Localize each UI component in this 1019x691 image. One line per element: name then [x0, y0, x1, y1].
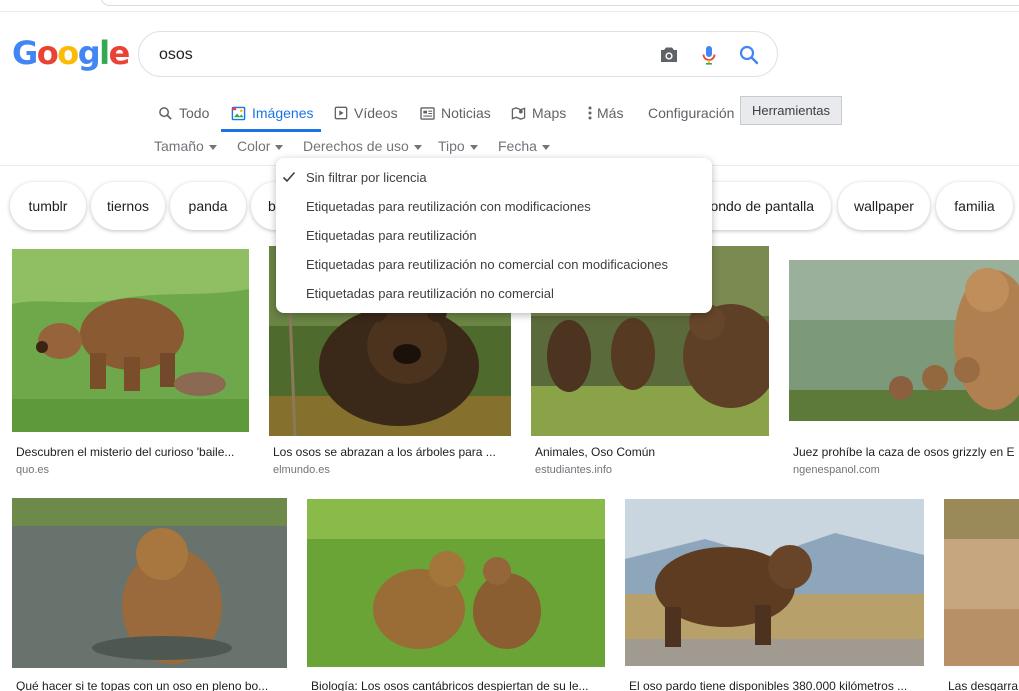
result-caption[interactable]: Qué hacer si te topas con un oso en plen…: [16, 679, 287, 691]
chip-label: tumblr: [28, 198, 68, 214]
result-caption[interactable]: Juez prohíbe la caza de osos grizzly en …: [793, 445, 1019, 459]
chip-familia[interactable]: familia: [936, 182, 1013, 230]
caret-down-icon: [469, 144, 478, 150]
result-image[interactable]: [944, 499, 1019, 666]
tools-button-label: Herramientas: [751, 103, 831, 118]
result-image[interactable]: [12, 249, 249, 432]
chip-label: b: [268, 198, 276, 214]
caret-down-icon: [275, 144, 284, 150]
chip-panda[interactable]: panda: [170, 182, 246, 230]
filter-date[interactable]: Fecha: [498, 138, 550, 154]
result-image[interactable]: [307, 499, 605, 667]
menu-item-label: Etiquetadas para reutilización no comerc…: [306, 286, 554, 301]
filter-usage-rights-label: Derechos de uso: [303, 138, 409, 154]
chip-label: fondo de pantalla: [706, 198, 814, 214]
chip-label: panda: [188, 198, 228, 214]
menu-item-no-license-filter[interactable]: Sin filtrar por licencia: [276, 163, 712, 192]
menu-item-label: Etiquetadas para reutilización: [306, 228, 477, 243]
tab-settings[interactable]: Configuración: [648, 96, 734, 130]
result-image[interactable]: [789, 260, 1019, 421]
chip-label: familia: [954, 198, 995, 214]
filter-date-label: Fecha: [498, 138, 537, 154]
tab-images-label: Imágenes: [252, 105, 314, 121]
caret-down-icon: [208, 144, 217, 150]
result-source: elmundo.es: [273, 464, 330, 476]
image-icon: [231, 106, 246, 120]
search-icon[interactable]: [737, 43, 761, 67]
caret-down-icon: [541, 144, 550, 150]
browser-top-strip: [0, 0, 1019, 12]
tab-more-label: Más: [597, 105, 624, 121]
filter-size-label: Tamaño: [154, 138, 204, 154]
tab-videos[interactable]: Vídeos: [334, 96, 398, 130]
caret-down-icon: [413, 144, 422, 150]
menu-item-noncommercial-reuse[interactable]: Etiquetadas para reutilización no comerc…: [276, 279, 712, 308]
chip-tumblr[interactable]: tumblr: [10, 182, 86, 230]
tab-all[interactable]: Todo: [158, 96, 209, 130]
menu-item-label: Sin filtrar por licencia: [306, 170, 427, 185]
tab-news-label: Noticias: [441, 105, 491, 121]
search-box: [138, 31, 778, 77]
microphone-icon[interactable]: [697, 43, 721, 67]
tab-news[interactable]: Noticias: [420, 96, 491, 130]
usage-rights-menu: Sin filtrar por licencia Etiquetadas par…: [276, 158, 712, 313]
video-icon: [334, 106, 348, 120]
camera-icon[interactable]: [657, 43, 681, 67]
menu-item-label: Etiquetadas para reutilización no comerc…: [306, 257, 669, 272]
menu-item-label: Etiquetadas para reutilización con modif…: [306, 199, 591, 214]
top-search-pill: [100, 0, 1019, 6]
tab-images[interactable]: Imágenes: [231, 96, 313, 130]
filter-type-label: Tipo: [438, 138, 465, 154]
result-source: quo.es: [16, 464, 50, 476]
tools-button[interactable]: Herramientas: [740, 96, 842, 125]
checkmark-icon: [282, 171, 296, 183]
map-icon: [511, 106, 526, 120]
filter-size[interactable]: Tamaño: [154, 138, 217, 154]
chip-tiernos[interactable]: tiernos: [91, 182, 165, 230]
search-input[interactable]: [159, 44, 639, 66]
menu-item-reuse[interactable]: Etiquetadas para reutilización: [276, 221, 712, 250]
tab-maps-label: Maps: [532, 105, 567, 121]
tab-more[interactable]: Más: [588, 96, 623, 130]
result-caption[interactable]: Descubren el misterio del curioso 'baile…: [16, 445, 250, 459]
tab-settings-label: Configuración: [648, 105, 735, 121]
result-caption[interactable]: Biología: Los osos cantábricos despierta…: [311, 679, 605, 691]
active-tab-underline: [221, 129, 321, 132]
filter-color[interactable]: Color: [237, 138, 284, 154]
google-logo[interactable]: Google: [12, 34, 130, 72]
result-caption[interactable]: Los osos se abrazan a los árboles para .…: [273, 445, 511, 459]
more-vertical-icon: [588, 106, 592, 120]
menu-item-reuse-with-modification[interactable]: Etiquetadas para reutilización con modif…: [276, 192, 712, 221]
tab-maps[interactable]: Maps: [511, 96, 566, 130]
chip-wallpaper[interactable]: wallpaper: [838, 182, 930, 230]
result-caption[interactable]: Animales, Oso Común: [535, 445, 769, 459]
filter-type[interactable]: Tipo: [438, 138, 478, 154]
menu-item-noncommercial-reuse-with-modification[interactable]: Etiquetadas para reutilización no comerc…: [276, 250, 712, 279]
filter-usage-rights[interactable]: Derechos de uso: [303, 138, 422, 154]
result-source: ngenespanol.com: [793, 464, 880, 476]
chip-label: wallpaper: [854, 198, 914, 214]
result-caption[interactable]: El oso pardo tiene disponibles 380.000 k…: [629, 679, 924, 691]
search-icon: [159, 106, 172, 120]
news-icon: [420, 106, 435, 120]
result-image[interactable]: [625, 499, 924, 666]
chip-label: tiernos: [106, 198, 150, 214]
filter-color-label: Color: [237, 138, 271, 154]
result-source: estudiantes.info: [535, 464, 613, 476]
result-caption[interactable]: Las desgarra: [948, 679, 1019, 691]
tab-all-label: Todo: [179, 105, 210, 121]
result-image[interactable]: [12, 498, 287, 668]
tab-videos-label: Vídeos: [354, 105, 398, 121]
